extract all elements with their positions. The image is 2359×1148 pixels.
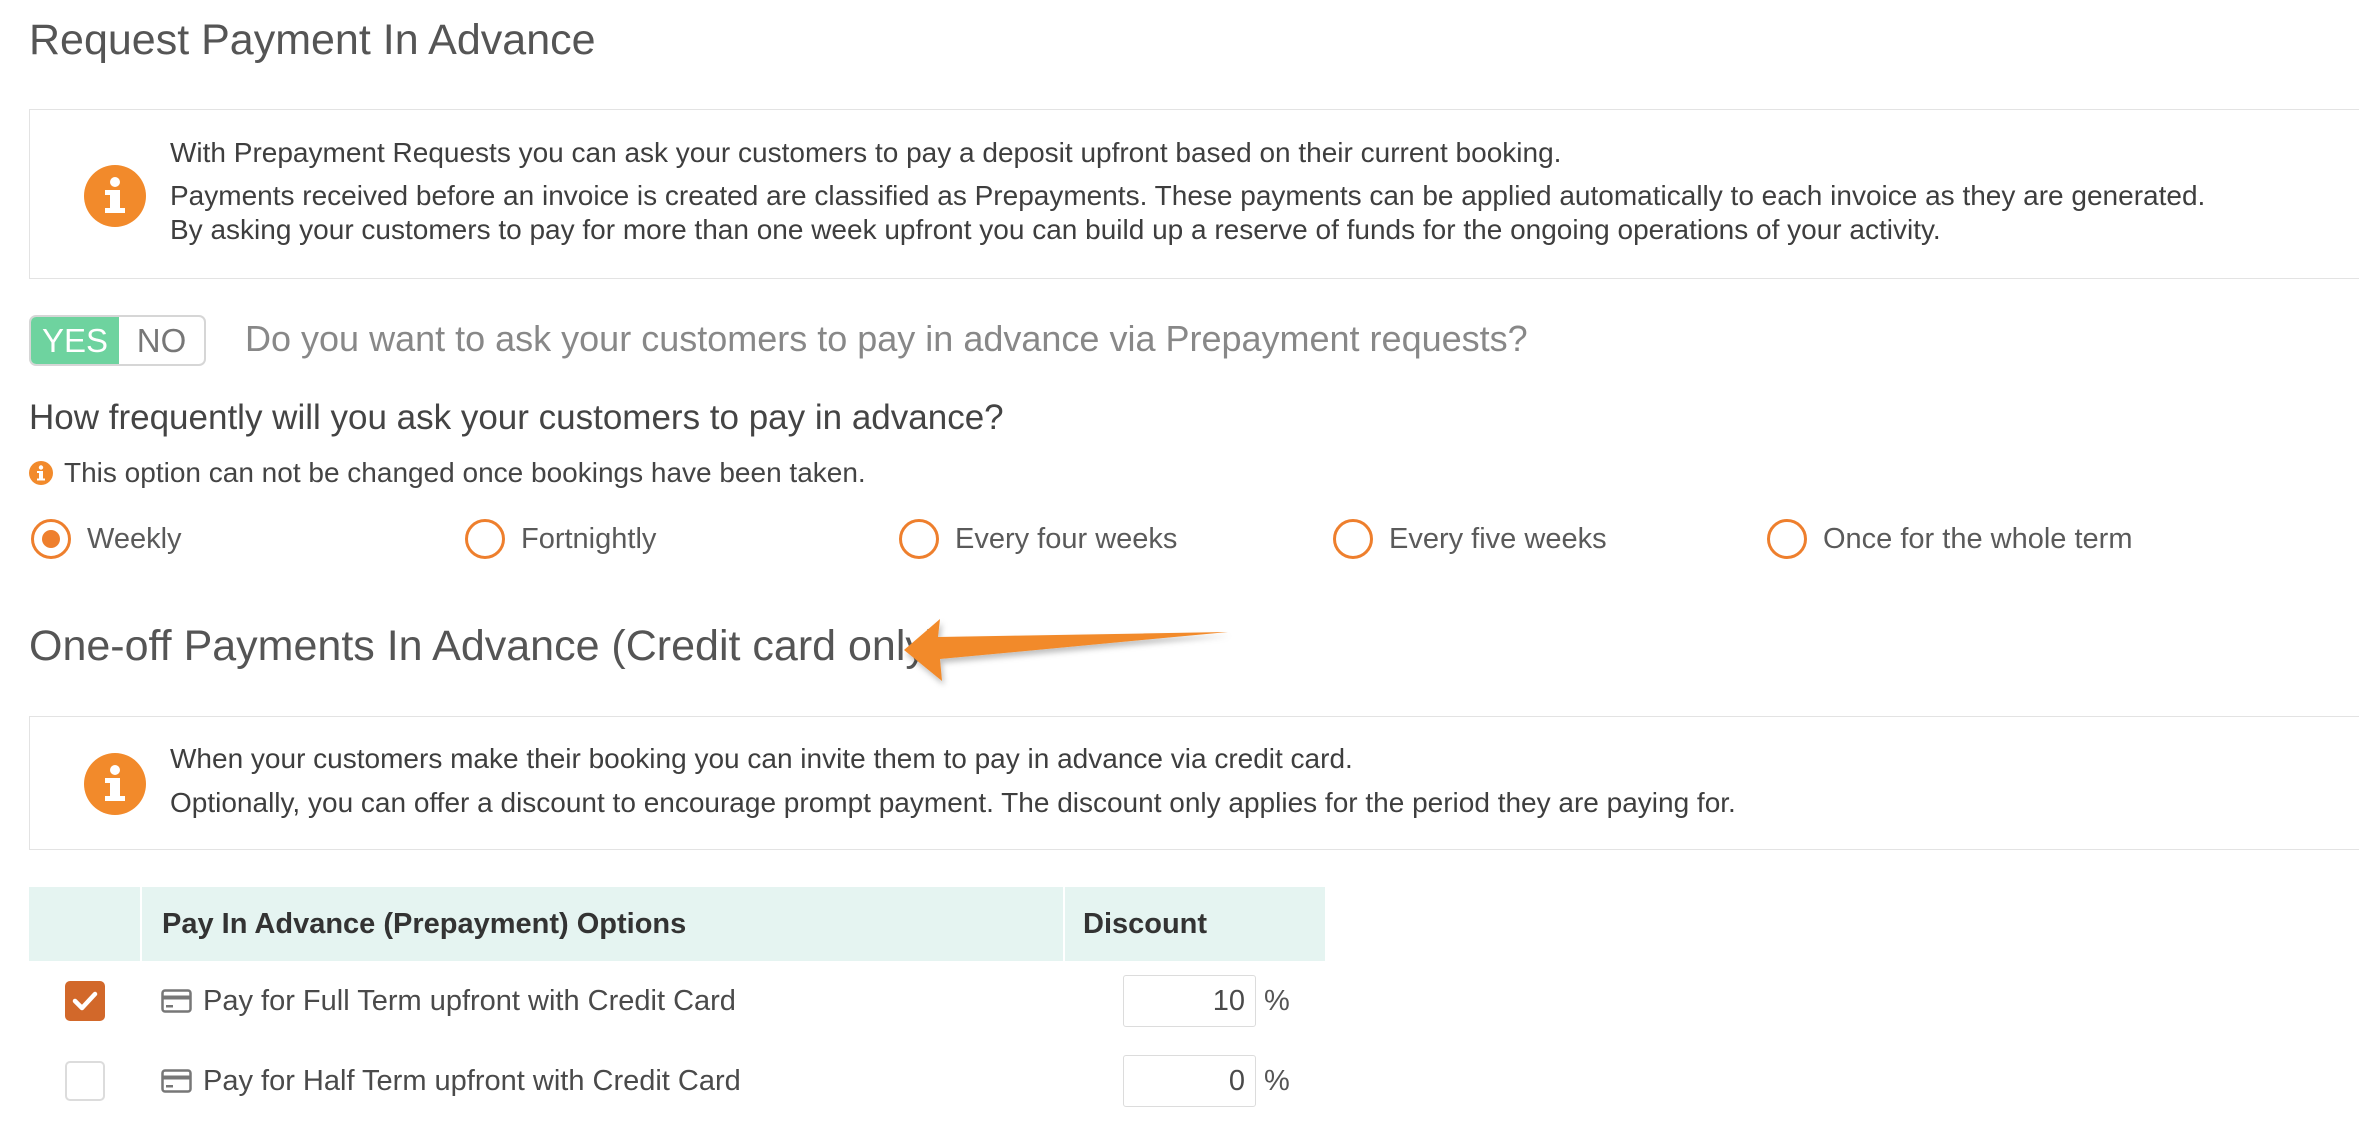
prepayment-info-panel: With Prepayment Requests you can ask you… (29, 109, 2359, 279)
table-row: Pay for Half Term upfront with Credit Ca… (29, 1041, 1325, 1121)
radio-once-whole-term[interactable]: Once for the whole term (1767, 517, 2132, 561)
radio-weekly[interactable]: Weekly (31, 517, 182, 561)
toggle-no-option[interactable]: NO (119, 317, 204, 364)
radio-button[interactable] (899, 519, 939, 559)
option-checkbox[interactable] (65, 1061, 105, 1101)
table-header-discount: Discount (1064, 887, 1325, 961)
prepayment-toggle[interactable]: YES NO (29, 315, 206, 366)
radio-fortnightly[interactable]: Fortnightly (465, 517, 656, 561)
prepayment-info-line: With Prepayment Requests you can ask you… (170, 137, 1562, 168)
radio-button[interactable] (465, 519, 505, 559)
option-label: Pay for Full Term upfront with Credit Ca… (203, 984, 736, 1017)
radio-label: Fortnightly (521, 522, 657, 555)
checkmark-icon (72, 991, 98, 1011)
oneoff-info-panel: When your customers make their booking y… (29, 716, 2359, 850)
prepayment-options-table: Pay In Advance (Prepayment) Options Disc… (29, 887, 1325, 1121)
percent-unit: % (1264, 1064, 1290, 1097)
toggle-question: Do you want to ask your customers to pay… (245, 318, 1528, 359)
radio-label: Every four weeks (955, 522, 1178, 555)
credit-card-icon (161, 989, 192, 1013)
frequency-note: This option can not be changed once book… (64, 457, 866, 488)
oneoff-info-line: When your customers make their booking y… (170, 743, 1353, 774)
radio-every-five-weeks[interactable]: Every five weeks (1333, 517, 1607, 561)
page-title: Request Payment In Advance (29, 16, 596, 64)
table-header-select (29, 887, 142, 961)
discount-input[interactable] (1123, 1055, 1256, 1107)
frequency-heading: How frequently will you ask your custome… (29, 398, 1004, 437)
prepayment-info-line: By asking your customers to pay for more… (170, 214, 1941, 245)
option-checkbox[interactable] (65, 981, 105, 1021)
discount-input[interactable] (1123, 975, 1256, 1027)
radio-label: Once for the whole term (1823, 522, 2133, 555)
radio-label: Weekly (87, 522, 182, 555)
radio-label: Every five weeks (1389, 522, 1607, 555)
oneoff-title: One-off Payments In Advance (Credit card… (29, 622, 942, 670)
prepayment-info-line: Payments received before an invoice is c… (170, 180, 2206, 211)
toggle-yes-option[interactable]: YES (31, 317, 119, 364)
option-label: Pay for Half Term upfront with Credit Ca… (203, 1064, 741, 1097)
radio-every-four-weeks[interactable]: Every four weeks (899, 517, 1177, 561)
info-icon (84, 753, 146, 815)
percent-unit: % (1264, 984, 1290, 1017)
oneoff-info-line: Optionally, you can offer a discount to … (170, 787, 1736, 818)
radio-button[interactable] (1333, 519, 1373, 559)
table-header-row: Pay In Advance (Prepayment) Options Disc… (29, 887, 1325, 961)
credit-card-icon (161, 1069, 192, 1093)
radio-selected-dot (42, 530, 60, 548)
info-icon (84, 165, 146, 227)
table-row: Pay for Full Term upfront with Credit Ca… (29, 961, 1325, 1041)
table-header-options: Pay In Advance (Prepayment) Options (141, 887, 1065, 961)
info-icon (29, 461, 53, 485)
radio-button[interactable] (31, 519, 71, 559)
radio-button[interactable] (1767, 519, 1807, 559)
annotation-arrow (904, 619, 1228, 681)
